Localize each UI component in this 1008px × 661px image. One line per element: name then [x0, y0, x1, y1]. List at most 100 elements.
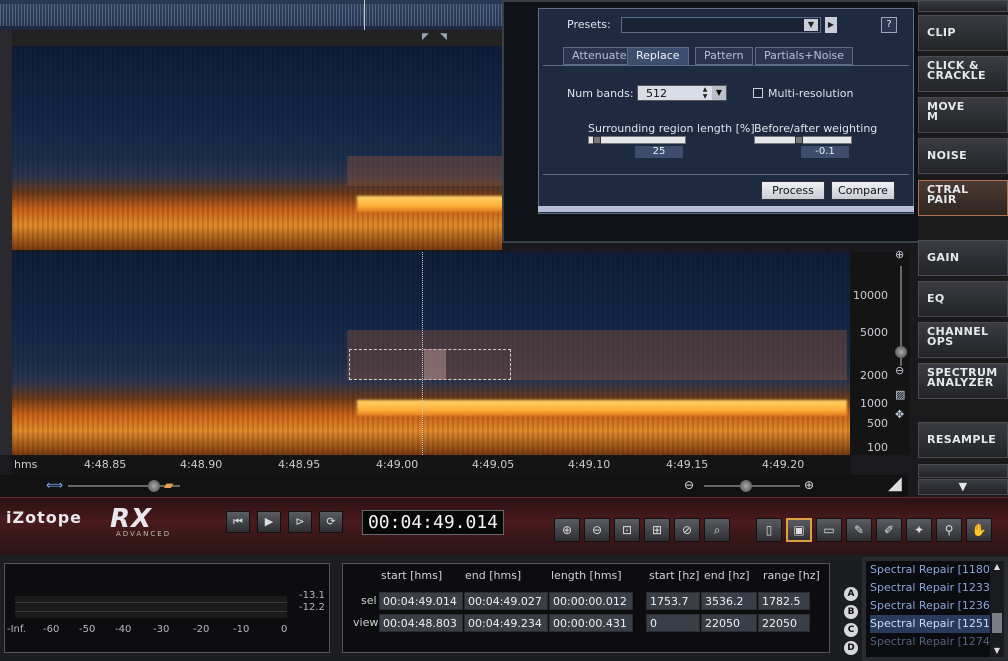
spinner-icon[interactable]: ▲ ▼ — [700, 86, 710, 100]
num-bands-select[interactable]: 512 ▲ ▼ ▼ — [637, 85, 727, 101]
vertical-pan-icon[interactable]: ✥ — [895, 408, 904, 421]
history-scrollbar[interactable]: ▲ ▼ — [990, 561, 1004, 657]
help-button[interactable]: ? — [881, 17, 897, 33]
zoom-out-tool[interactable]: ⊖ — [584, 518, 610, 542]
time-zoom-in-icon[interactable]: ⊕ — [804, 478, 814, 492]
module-scroll-down-icon[interactable]: ▼ — [918, 479, 1008, 495]
module-spectrum-analyzer[interactable]: SPECTRUM ANALYZER — [918, 363, 1008, 399]
sel-range-hz[interactable]: 1782.5 — [758, 592, 810, 610]
tab-attenuate[interactable]: Attenuate — [563, 47, 636, 65]
module-eq[interactable]: EQ — [918, 281, 1008, 317]
tab-partials-noise[interactable]: Partials+Noise — [755, 47, 854, 65]
time-tick: 4:48.95 — [278, 458, 321, 471]
module-remove-hum[interactable]: MOVE M — [918, 97, 1008, 133]
freq-select-tool[interactable]: ▭ — [816, 518, 842, 542]
tab-pattern[interactable]: Pattern — [695, 47, 753, 65]
view-start-hz[interactable]: 0 — [646, 614, 700, 632]
time-zoom-out-icon[interactable]: ⊖ — [684, 478, 694, 492]
spectrogram-channel-1[interactable] — [12, 46, 502, 250]
slider-thumb[interactable] — [593, 136, 601, 144]
surrounding-region-value[interactable]: 25 — [635, 146, 683, 158]
range-end-marker-icon[interactable]: ◥ — [440, 32, 447, 42]
view-range-hz[interactable]: 22050 — [758, 614, 810, 632]
compare-button[interactable]: Compare — [831, 181, 895, 200]
product-logo: iZotope RX ADVANCED — [6, 504, 169, 538]
zoom-in-icon[interactable]: ⊕ — [895, 248, 904, 261]
rect-select-tool[interactable]: ▣ — [786, 518, 812, 542]
horizontal-scale-icon[interactable]: ⟺ — [46, 478, 63, 492]
vertical-zoom-knob[interactable] — [895, 346, 907, 358]
scroll-up-icon[interactable]: ▲ — [990, 561, 1004, 573]
module-label: SPECTRUM ANALYZER — [927, 366, 998, 389]
module-sidebar: CLIP CLICK & CRACKLE MOVE M NOISE CTRAL … — [918, 0, 1008, 497]
module-gain[interactable]: GAIN — [918, 240, 1008, 276]
undo-slot-a[interactable]: A — [844, 587, 858, 601]
view-start-hms[interactable]: 00:04:48.803 — [379, 614, 463, 632]
weighting-slider[interactable] — [754, 136, 852, 144]
sel-end-hz[interactable]: 3536.2 — [701, 592, 757, 610]
preset-menu-arrow-icon[interactable]: ▶ — [825, 17, 837, 33]
module-spectral-repair[interactable]: CTRAL PAIR — [918, 180, 1008, 216]
zoom-in-tool[interactable]: ⊕ — [554, 518, 580, 542]
spectrogram-channel-2[interactable] — [12, 252, 850, 455]
vertical-scale-icon[interactable]: ▨ — [895, 388, 905, 401]
time-select-tool[interactable]: ▯ — [756, 518, 782, 542]
loop-button[interactable]: ⟳ — [319, 511, 343, 533]
resize-corner-icon[interactable]: ◢ — [888, 473, 902, 494]
module-channel-ops[interactable]: CHANNEL OPS — [918, 322, 1008, 358]
play-button[interactable]: ▶ — [257, 511, 281, 533]
sel-start-hz[interactable]: 1753.7 — [646, 592, 700, 610]
zoom-frequency-tool[interactable]: ⌕ — [704, 518, 730, 542]
color-map-icon[interactable]: ▰ — [164, 478, 173, 492]
view-end-hz[interactable]: 22050 — [701, 614, 757, 632]
hand-tool[interactable]: ✋ — [966, 518, 992, 542]
weighting-value[interactable]: -0.1 — [801, 146, 849, 158]
process-button[interactable]: Process — [761, 181, 825, 200]
lasso-tool[interactable]: ✎ — [846, 518, 872, 542]
undo-slot-b[interactable]: B — [844, 605, 858, 619]
time-zoom-track[interactable] — [704, 485, 800, 487]
undo-slot-d[interactable]: D — [844, 641, 858, 655]
history-item[interactable]: Spectral Repair [11805 — [870, 561, 990, 579]
magnifier-tool[interactable]: ⚲ — [936, 518, 962, 542]
meter-scale-label: -Inf. — [7, 624, 26, 635]
zoom-out-icon[interactable]: ⊖ — [895, 364, 904, 377]
undo-slot-c[interactable]: C — [844, 623, 858, 637]
history-item[interactable]: Spectral Repair [12360 — [870, 597, 990, 615]
play-selection-button[interactable]: ⊳ — [288, 511, 312, 533]
col-header: start [hz] — [649, 569, 700, 582]
chevron-down-icon[interactable]: ▼ — [804, 19, 818, 31]
slider-thumb[interactable] — [795, 136, 803, 144]
view-length-hms[interactable]: 00:00:00.431 — [549, 614, 633, 632]
tab-replace[interactable]: Replace — [627, 47, 689, 65]
view-end-hms[interactable]: 00:04:49.234 — [464, 614, 548, 632]
magic-wand-tool[interactable]: ✦ — [906, 518, 932, 542]
zoom-fit-tool[interactable]: ⊞ — [644, 518, 670, 542]
scroll-thumb[interactable] — [992, 613, 1002, 633]
rewind-button[interactable]: ⏮ — [226, 511, 250, 533]
zoom-selection-tool[interactable]: ⊡ — [614, 518, 640, 542]
module-declick[interactable]: CLICK & CRACKLE — [918, 56, 1008, 92]
module-resample[interactable]: RESAMPLE — [918, 422, 1008, 458]
module-denoise[interactable]: NOISE — [918, 138, 1008, 174]
presets-dropdown[interactable]: ▼ — [621, 17, 821, 33]
surrounding-region-slider[interactable] — [588, 136, 686, 144]
range-start-marker-icon[interactable]: ◤ — [422, 32, 429, 42]
tone-band — [357, 400, 847, 416]
sel-start-hms[interactable]: 00:04:49.014 — [379, 592, 463, 610]
brush-tool[interactable]: ✐ — [876, 518, 902, 542]
time-zoom-knob[interactable] — [740, 480, 752, 492]
multi-resolution-checkbox[interactable] — [753, 88, 763, 98]
zoom-time-tool[interactable]: ⊘ — [674, 518, 700, 542]
meter-scale-label: -30 — [153, 624, 170, 635]
sel-length-hms[interactable]: 00:00:00.012 — [549, 592, 633, 610]
module-declip[interactable]: CLIP — [918, 15, 1008, 51]
chevron-down-icon[interactable]: ▼ — [712, 86, 726, 100]
horizontal-zoom-knob[interactable] — [148, 480, 160, 492]
sel-end-hms[interactable]: 00:04:49.027 — [464, 592, 548, 610]
waveform-overview[interactable] — [0, 0, 502, 30]
history-item[interactable]: Spectral Repair [12335 — [870, 579, 990, 597]
history-item-selected[interactable]: Spectral Repair [12519 — [870, 615, 990, 633]
history-item[interactable]: Spectral Repair [12745 — [870, 633, 990, 651]
scroll-down-icon[interactable]: ▼ — [990, 645, 1004, 657]
